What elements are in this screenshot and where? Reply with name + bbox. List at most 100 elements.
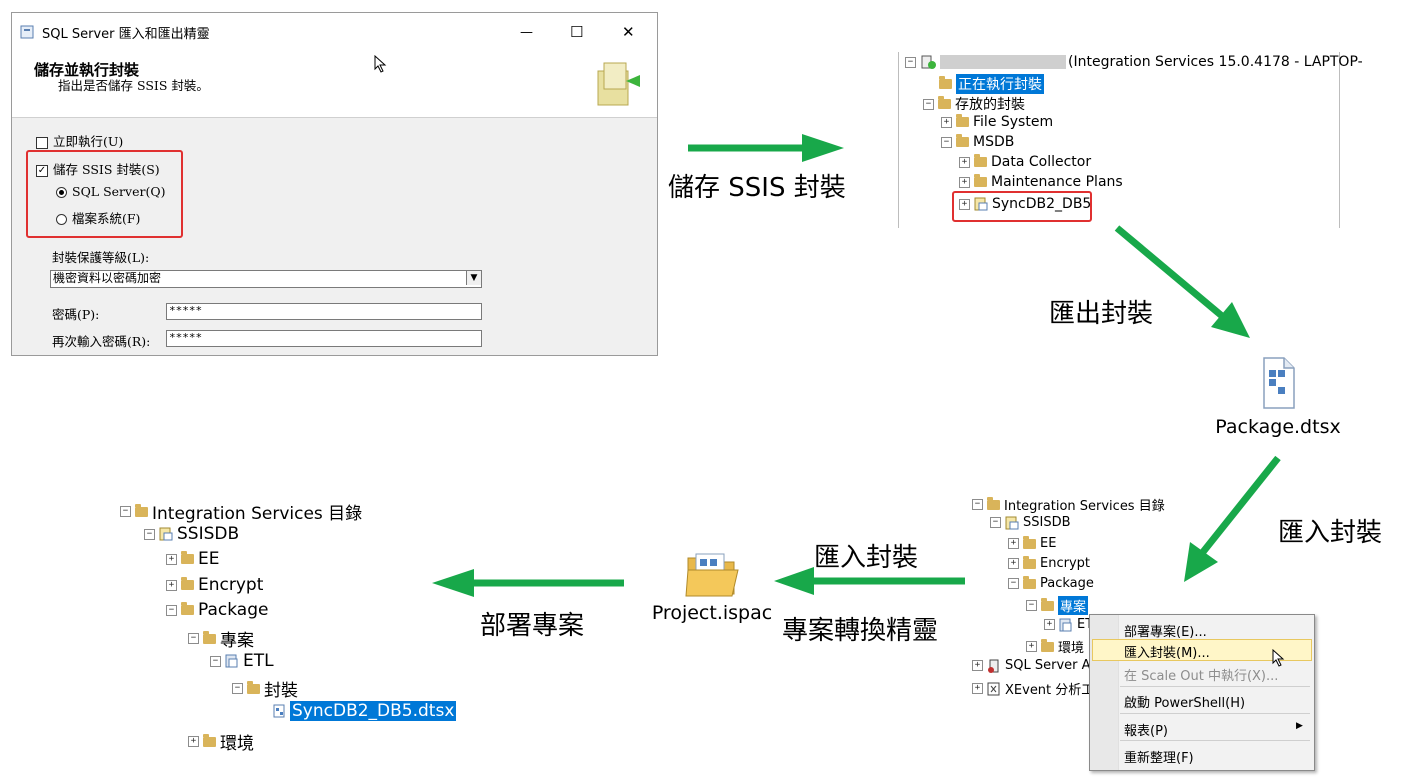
catalog-env-label: 環境 <box>1058 641 1085 656</box>
minimize-button[interactable]: — <box>520 25 533 40</box>
menu-separator <box>1120 740 1310 741</box>
tree-stored-label: 存放的封裝 <box>955 97 1025 113</box>
catalog-root[interactable]: − Integration Services 目錄 <box>972 495 1165 514</box>
catalog-xevent[interactable]: + XEvent 分析工 <box>972 679 1094 698</box>
left-etl-label: ETL <box>243 651 274 671</box>
catalog-project[interactable]: − 專案 <box>1026 596 1089 615</box>
protection-level-label: 封裝保護等級(L): <box>52 250 150 265</box>
menu-separator <box>1120 686 1310 687</box>
tree-sync-label: SyncDB2_DB5 <box>992 196 1092 212</box>
dialog-subheading: 指出是否儲存 SSIS 封裝。 <box>58 78 209 93</box>
left-etl[interactable]: − ETL <box>210 651 274 671</box>
left-env-label: 環境 <box>220 734 254 754</box>
left-package[interactable]: − Package <box>166 600 268 620</box>
tree-stored[interactable]: − 存放的封裝 <box>923 94 1025 114</box>
label-wizard: 專案轉換精靈 <box>782 616 939 646</box>
catalog-etl[interactable]: + ET <box>1044 617 1093 632</box>
run-now-checkbox[interactable]: 立即執行(U) <box>36 131 123 150</box>
left-ee[interactable]: + EE <box>166 549 219 569</box>
catalog-root-label: Integration Services 目錄 <box>1004 499 1165 514</box>
repassword-label: 再次輸入密碼(R): <box>52 334 151 349</box>
left-ssisdb[interactable]: − SSISDB <box>144 524 239 544</box>
catalog-ssisdb-label: SSISDB <box>1023 515 1071 530</box>
menu-deploy[interactable]: 部署專案(E)... <box>1124 621 1207 640</box>
catalog-xevent-label: XEvent 分析工 <box>1005 683 1095 698</box>
protection-level-value: 機密資料以密碼加密 <box>53 271 162 285</box>
left-project-label: 專案 <box>220 631 254 651</box>
folder-icon <box>181 577 194 590</box>
repassword-field[interactable]: ***** <box>166 330 482 347</box>
folder-icon <box>1041 638 1054 652</box>
catalog-ssisdb[interactable]: − SSISDB <box>990 515 1071 530</box>
dtsx-file-icon <box>1263 357 1295 409</box>
left-catalog-root[interactable]: − Integration Services 目錄 <box>120 499 362 524</box>
file-system-radio[interactable]: 檔案系統(F) <box>56 208 140 227</box>
catalog-package-label: Package <box>1040 576 1094 591</box>
menu-refresh[interactable]: 重新整理(F) <box>1124 747 1194 766</box>
label-import-mid: 匯入封裝 <box>814 543 919 573</box>
tree-sync-package[interactable]: + SyncDB2_DB5 <box>959 196 1091 212</box>
left-env[interactable]: + 環境 <box>188 729 254 754</box>
menu-import[interactable]: 匯入封裝(M)... <box>1124 642 1210 661</box>
catalog-encrypt-label: Encrypt <box>1040 556 1090 571</box>
tree-maintenance[interactable]: + Maintenance Plans <box>959 174 1123 190</box>
sql-server-radio[interactable]: SQL Server(Q) <box>56 184 165 199</box>
catalog-encrypt[interactable]: + Encrypt <box>1008 555 1090 571</box>
tree-data-collector[interactable]: + Data Collector <box>959 154 1091 170</box>
redacted-server-name <box>940 55 1066 69</box>
catalog-sqlserver-label: SQL Server A <box>1005 658 1091 673</box>
menu-scale-out[interactable]: 在 Scale Out 中執行(X)... <box>1124 665 1278 684</box>
left-sync-label: SyncDB2_DB5.dtsx <box>290 701 457 721</box>
left-sync-package[interactable]: SyncDB2_DB5.dtsx <box>272 701 457 721</box>
context-menu: 部署專案(E)... 匯入封裝(M)... 在 Scale Out 中執行(X)… <box>1089 614 1315 771</box>
sql-agent-icon <box>988 659 999 673</box>
xevent-icon <box>987 682 1000 695</box>
protection-level-select[interactable]: 機密資料以密碼加密 ▼ <box>50 270 482 288</box>
package-icon <box>974 197 988 211</box>
folder-icon <box>247 680 260 694</box>
maximize-button[interactable]: ☐ <box>570 23 583 41</box>
file-system-label: 檔案系統(F) <box>72 211 141 226</box>
left-package-label: Package <box>198 600 269 620</box>
tree-file-system[interactable]: + File System <box>941 114 1053 130</box>
left-packages-label: 封裝 <box>264 681 298 701</box>
folder-icon <box>939 76 952 89</box>
folder-icon <box>956 114 969 127</box>
password-field[interactable]: ***** <box>166 303 482 320</box>
sql-server-label: SQL Server(Q) <box>72 184 166 199</box>
save-ssis-label: 儲存 SSIS 封裝(S) <box>53 162 160 177</box>
project-icon <box>1059 618 1072 631</box>
folder-icon <box>938 96 951 109</box>
left-ssisdb-label: SSISDB <box>177 524 240 544</box>
tree-maintenance-label: Maintenance Plans <box>991 174 1123 190</box>
label-save-ssis: 儲存 SSIS 封裝 <box>668 173 846 203</box>
catalog-sqlserver[interactable]: + SQL Server A <box>972 658 1091 673</box>
folder-icon <box>1023 575 1036 589</box>
submenu-arrow-icon: ▶ <box>1296 721 1303 731</box>
export-wizard-dialog: SQL Server 匯入和匯出精靈 — ☐ ✕ 儲存並執行封裝 指出是否儲存 … <box>11 12 658 356</box>
menu-reports[interactable]: 報表(P) <box>1124 720 1168 739</box>
close-button[interactable]: ✕ <box>622 23 635 41</box>
tree-msdb[interactable]: − MSDB <box>941 134 1014 150</box>
tree-root[interactable]: − (Integration Services 15.0.4178 - LAPT… <box>905 54 1363 70</box>
left-encrypt[interactable]: + Encrypt <box>166 575 263 595</box>
ispac-folder-icon <box>685 553 739 597</box>
menu-powershell[interactable]: 啟動 PowerShell(H) <box>1124 692 1245 711</box>
folder-icon <box>1041 597 1054 611</box>
left-packages[interactable]: − 封裝 <box>232 676 298 701</box>
tree-msdb-label: MSDB <box>973 134 1015 150</box>
database-icon <box>159 527 173 541</box>
catalog-env[interactable]: + 環境 <box>1026 637 1084 656</box>
folder-icon <box>987 496 1000 510</box>
dropdown-arrow-icon[interactable]: ▼ <box>466 271 481 285</box>
dtsx-filename: Package.dtsx <box>1215 416 1341 438</box>
label-deploy: 部署專案 <box>480 611 585 641</box>
catalog-package[interactable]: − Package <box>1008 575 1094 591</box>
catalog-ee[interactable]: + EE <box>1008 535 1057 551</box>
left-project[interactable]: − 專案 <box>188 626 254 651</box>
save-ssis-checkbox[interactable]: ✓ 儲存 SSIS 封裝(S) <box>36 159 160 178</box>
folder-icon <box>1023 535 1036 549</box>
tree-root-label: (Integration Services 15.0.4178 - LAPTOP… <box>1068 54 1363 70</box>
catalog-ee-label: EE <box>1040 536 1057 551</box>
tree-running[interactable]: 正在執行封裝 <box>939 74 1044 94</box>
